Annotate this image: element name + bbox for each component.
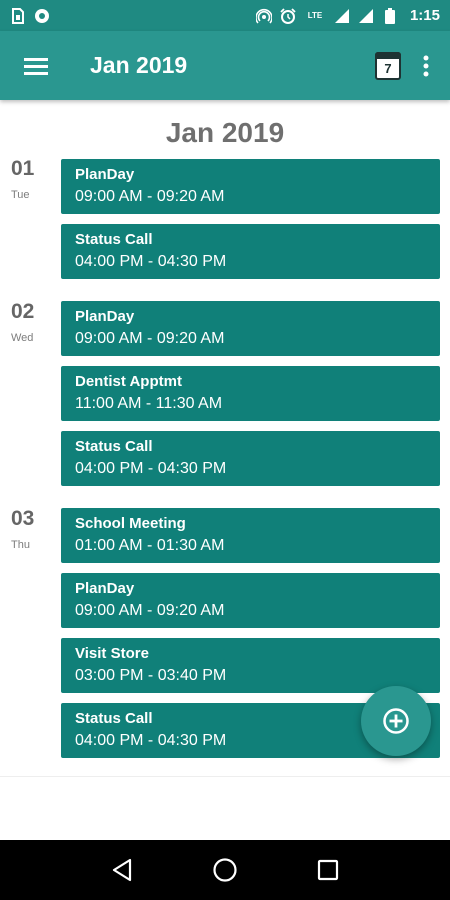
- today-button[interactable]: 7: [368, 42, 408, 90]
- event-title: Status Call: [75, 231, 153, 248]
- status-bar-right: LTE 1:15: [255, 7, 440, 24]
- event-card[interactable]: Status Call 04:00 PM - 04:30 PM: [61, 431, 440, 486]
- event-title: PlanDay: [75, 166, 135, 183]
- event-time: 09:00 AM - 09:20 AM: [75, 188, 225, 205]
- day-of-week: Thu: [11, 539, 30, 551]
- sync-icon: [34, 8, 50, 24]
- battery-icon: [382, 7, 398, 24]
- overflow-menu-button[interactable]: [408, 42, 444, 90]
- recents-square-icon: [318, 859, 339, 881]
- system-nav-bar: [0, 840, 450, 900]
- more-vertical-icon: [423, 55, 429, 76]
- day-of-week: Tue: [11, 189, 30, 201]
- back-button[interactable]: [98, 846, 146, 894]
- app-title: Jan 2019: [90, 52, 188, 78]
- list-end-divider: [0, 776, 450, 777]
- recents-button[interactable]: [304, 846, 352, 894]
- day-of-week: Wed: [11, 332, 34, 344]
- event-title: Status Call: [75, 438, 153, 455]
- event-time: 09:00 AM - 09:20 AM: [75, 330, 225, 347]
- event-time: 09:00 AM - 09:20 AM: [75, 602, 225, 619]
- back-triangle-icon: [112, 858, 131, 882]
- calendar-icon: 7: [375, 51, 401, 80]
- event-title: Dentist Apptmt: [75, 373, 182, 390]
- lte-call-icon: LTE: [307, 11, 323, 20]
- alarm-icon: [280, 7, 296, 24]
- event-title: PlanDay: [75, 308, 135, 325]
- event-time: 04:00 PM - 04:30 PM: [75, 460, 227, 477]
- sim-icon: [10, 7, 26, 24]
- event-card[interactable]: PlanDay 09:00 AM - 09:20 AM: [61, 573, 440, 628]
- status-time: 1:15: [409, 7, 440, 24]
- home-button[interactable]: [201, 846, 249, 894]
- event-title: PlanDay: [75, 580, 135, 597]
- signal-icon: [334, 8, 350, 24]
- app-bar: Jan 2019 7: [0, 31, 450, 100]
- add-circle-icon: [383, 708, 409, 734]
- event-card[interactable]: PlanDay 09:00 AM - 09:20 AM: [61, 159, 440, 214]
- signal-icon: [358, 8, 374, 24]
- status-bar-left: [10, 7, 50, 24]
- hamburger-menu-icon: [24, 57, 48, 75]
- status-bar: LTE 1:15: [0, 0, 450, 31]
- event-time: 01:00 AM - 01:30 AM: [75, 537, 225, 554]
- event-card[interactable]: PlanDay 09:00 AM - 09:20 AM: [61, 301, 440, 356]
- add-event-button[interactable]: [361, 686, 431, 756]
- today-number: 7: [384, 60, 392, 76]
- day-number: 03: [11, 507, 35, 530]
- day-number: 01: [11, 157, 35, 180]
- event-card[interactable]: Status Call 04:00 PM - 04:30 PM: [61, 224, 440, 279]
- event-card[interactable]: Dentist Apptmt 11:00 AM - 11:30 AM: [61, 366, 440, 421]
- home-circle-icon: [213, 858, 237, 882]
- menu-button[interactable]: [12, 42, 60, 90]
- event-time: 11:00 AM - 11:30 AM: [75, 395, 223, 412]
- event-card[interactable]: Visit Store 03:00 PM - 03:40 PM: [61, 638, 440, 693]
- hotspot-icon: [255, 8, 272, 24]
- event-time: 04:00 PM - 04:30 PM: [75, 253, 227, 270]
- event-card[interactable]: School Meeting 01:00 AM - 01:30 AM: [61, 508, 440, 563]
- event-title: School Meeting: [75, 515, 186, 532]
- month-header: Jan 2019: [165, 117, 285, 148]
- day-number: 02: [11, 300, 35, 323]
- event-time: 03:00 PM - 03:40 PM: [75, 667, 227, 684]
- event-title: Visit Store: [75, 645, 149, 662]
